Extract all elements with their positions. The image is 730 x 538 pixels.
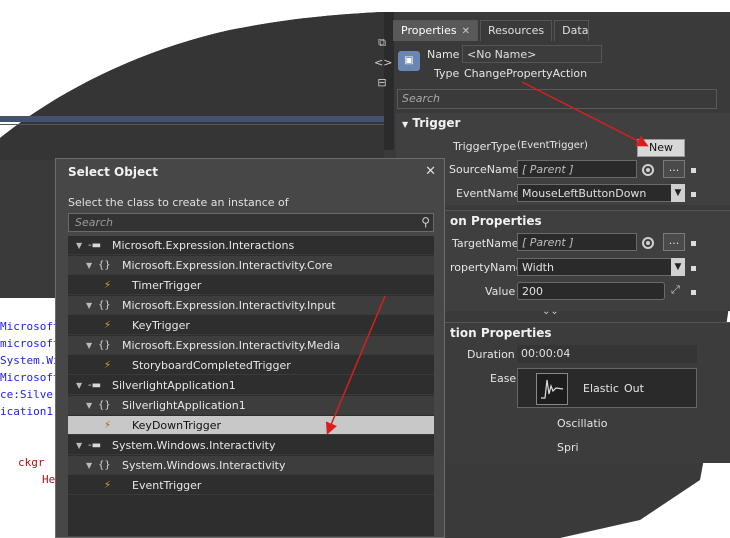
annotation-arrows: [325, 81, 649, 435]
arrow-to-new-button: [521, 81, 649, 147]
arrow-to-keydowntrigger: [325, 295, 386, 435]
